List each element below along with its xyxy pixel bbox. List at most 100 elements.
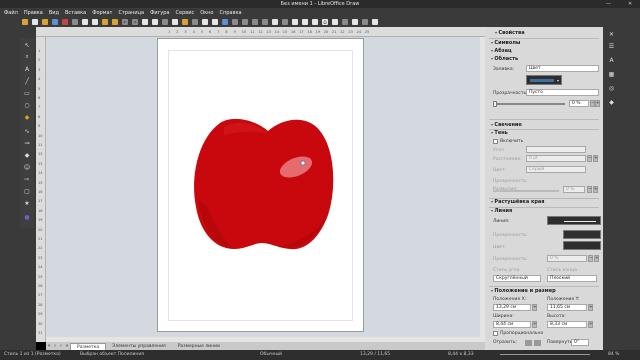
position-x-field[interactable]: 13,29 см (493, 304, 531, 311)
select-tool-icon[interactable]: ↖ (23, 42, 31, 49)
paste-icon[interactable] (102, 19, 108, 25)
curve-tool-icon[interactable]: ∿ (23, 128, 31, 135)
horizontal-ruler[interactable]: 1 2 3 4 5 6 7 8 9 10 11 12 13 14 15 16 17 18 19 20 21 22 23 24 2… (36, 27, 485, 37)
new-document-icon[interactable] (22, 19, 28, 25)
menu-window[interactable]: Окно (200, 10, 213, 16)
show-draw-icon[interactable] (362, 19, 368, 25)
shadow-distance-field[interactable]: 0 pt (526, 155, 586, 162)
properties-deck-icon[interactable]: ☰ (607, 43, 616, 51)
text-box-icon[interactable] (172, 19, 178, 25)
filter-icon[interactable] (282, 19, 288, 25)
text-tool-icon[interactable]: A (23, 66, 31, 73)
3d-objects-icon[interactable]: ● (23, 214, 31, 221)
rectangle-tool-icon[interactable]: ▭ (23, 90, 31, 97)
fill-color-dropdown[interactable]: ▾ (526, 75, 562, 85)
basic-shapes-icon[interactable]: ◆ (23, 152, 31, 159)
tab-controls[interactable]: Элементы управления (106, 343, 172, 350)
shadow-color-select[interactable]: Серый (526, 166, 586, 173)
template-icon[interactable] (32, 19, 38, 25)
stars-icon[interactable]: ★ (23, 200, 31, 207)
spin-up-icon[interactable]: + (593, 186, 598, 193)
spin-up-icon[interactable]: + (588, 321, 593, 328)
helplines-icon[interactable] (152, 19, 158, 25)
shadow-angle-field[interactable] (526, 146, 586, 153)
shapes-deck-icon[interactable]: ◆ (607, 99, 616, 107)
width-field[interactable]: 8,44 см (493, 321, 531, 328)
height-field[interactable]: 8,33 см (547, 321, 587, 328)
properties-heading[interactable]: Свойства (495, 30, 524, 36)
transformations-icon[interactable] (192, 19, 198, 25)
transparency-slider[interactable] (493, 103, 565, 105)
points-icon[interactable] (202, 19, 208, 25)
shadow-transparency-slider[interactable] (493, 190, 559, 192)
spin-up-icon[interactable]: + (594, 255, 599, 262)
print-icon[interactable] (72, 19, 78, 25)
section-area[interactable]: Область (491, 56, 518, 62)
ellipse-tool-icon[interactable]: ○ (23, 102, 31, 109)
apple-drawing[interactable] (158, 39, 365, 333)
drawing-page[interactable] (157, 38, 364, 332)
menu-tools[interactable]: Сервис (176, 10, 195, 16)
hyperlink-icon[interactable] (332, 19, 338, 25)
distribute-icon[interactable] (252, 19, 258, 25)
selection-handle-icon[interactable] (300, 160, 306, 166)
keep-ratio-checkbox[interactable] (493, 331, 498, 336)
grid-icon[interactable] (142, 19, 148, 25)
fontwork-icon[interactable] (182, 19, 188, 25)
spin-down-icon[interactable]: − (587, 155, 592, 162)
menu-format[interactable]: Формат (92, 10, 112, 16)
section-glow[interactable]: Свечение (491, 122, 521, 128)
image-icon[interactable] (292, 19, 298, 25)
flowchart-icon[interactable]: ▢ (23, 188, 31, 195)
export-pdf-icon[interactable] (62, 19, 68, 25)
special-character-icon[interactable]: Ω (322, 19, 328, 25)
glue-points-icon[interactable] (212, 19, 218, 25)
menu-insert[interactable]: Вставка (65, 10, 86, 16)
menu-shape[interactable]: Фигура (150, 10, 169, 16)
fill-color-icon[interactable]: ◆ (23, 114, 31, 121)
section-shadow[interactable]: Тень (491, 130, 507, 136)
flip-horizontal-icon[interactable] (534, 340, 541, 346)
shadow-enable-checkbox[interactable] (493, 139, 498, 144)
connector-tool-icon[interactable]: ⊸ (23, 140, 31, 147)
vertical-ruler[interactable]: 1 2 3 4 5 6 7 8 9 10 11 12 13 14 15 16 17 18 19 20 21 22 23 24 2… (36, 37, 46, 342)
section-paragraph[interactable]: Абзац (491, 48, 511, 54)
line-width-dropdown[interactable] (563, 241, 601, 250)
navigator-deck-icon[interactable]: ◎ (607, 85, 616, 93)
spin-down-icon[interactable]: − (587, 186, 592, 193)
arrange-icon[interactable] (242, 19, 248, 25)
styles-deck-icon[interactable]: A (607, 57, 616, 65)
spin-up-icon[interactable]: + (532, 304, 537, 311)
menu-help[interactable]: Справка (220, 10, 242, 16)
transparency-percent[interactable]: 0 % (569, 100, 589, 107)
close-sidebar-icon[interactable]: ✕ (607, 31, 616, 39)
symbol-shapes-icon[interactable]: ☺ (23, 164, 31, 171)
block-arrows-icon[interactable]: ⇨ (23, 176, 31, 183)
section-line[interactable]: Линия (491, 208, 512, 214)
save-icon[interactable] (52, 19, 58, 25)
minimize-button[interactable]: — (606, 1, 611, 7)
spin-down-icon[interactable]: − (588, 255, 593, 262)
shadow-icon[interactable] (262, 19, 268, 25)
clone-formatting-icon[interactable] (112, 19, 118, 25)
tab-dimension-lines[interactable]: Размерные линии (172, 343, 226, 350)
section-position-size[interactable]: Положение и размер (491, 288, 555, 294)
corner-style-select[interactable]: Скруглённый (493, 275, 541, 282)
transparency-slider-knob[interactable] (493, 101, 497, 107)
zoom-slider[interactable] (500, 354, 590, 355)
position-y-field[interactable]: 11,65 см (547, 304, 587, 311)
gallery-deck-icon[interactable]: ▦ (607, 71, 616, 79)
cap-style-select[interactable]: Плоский (547, 275, 597, 282)
line-style-dropdown[interactable] (547, 216, 601, 225)
crop-icon[interactable] (272, 19, 278, 25)
chart-icon[interactable] (302, 19, 308, 25)
spin-up-icon[interactable]: + (588, 304, 593, 311)
spin-up-icon[interactable]: + (593, 155, 598, 162)
close-button[interactable]: ✕ (628, 1, 632, 7)
menu-edit[interactable]: Правка (24, 10, 43, 16)
shadow-transparency-field[interactable]: 0 % (563, 186, 585, 193)
tab-layout[interactable]: Разметка (70, 342, 107, 350)
undo-icon[interactable]: ↶ (122, 19, 128, 25)
menu-view[interactable]: Вид (49, 10, 59, 16)
cut-icon[interactable] (82, 19, 88, 25)
